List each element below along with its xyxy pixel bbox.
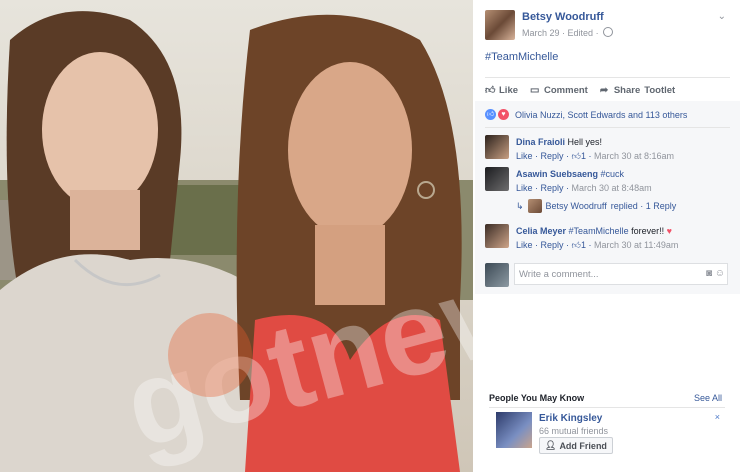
heart-icon: ♥ <box>666 226 672 236</box>
reply-name[interactable]: Betsy Woodruff <box>546 201 607 211</box>
write-comment: Write a comment... ◙ ☺ <box>485 263 735 287</box>
like-count[interactable]: 1 <box>581 151 586 161</box>
post-actions: 👍︎ Like ▭ Comment ➦ Share Tootlet <box>485 77 730 103</box>
commenter-avatar[interactable] <box>485 224 509 248</box>
post-panel: Betsy Woodruff March 29 · Edited · ⌄ #Te… <box>475 0 740 472</box>
share-button[interactable]: ➦ Share <box>600 85 640 96</box>
like-button[interactable]: 👍︎ Like <box>485 85 518 96</box>
comment-button[interactable]: ▭ Comment <box>530 85 588 96</box>
reaction-names[interactable]: Olivia Nuzzi, Scott Edwards and 113 othe… <box>515 110 687 120</box>
comment-time[interactable]: March 30 at 11:49am <box>594 240 678 250</box>
commenter-name[interactable]: Celia Meyer <box>516 226 566 236</box>
commenter-name[interactable]: Asawin Suebsaeng <box>516 169 598 179</box>
chevron-down-icon[interactable]: ⌄ <box>718 11 726 22</box>
pymk-title: People You May Know <box>489 393 585 403</box>
post-meta: March 29 · Edited · <box>522 27 614 38</box>
comment-reply-link[interactable]: Reply <box>541 240 564 250</box>
reply-arrow-icon: ↳ <box>516 200 524 211</box>
share-icon: ➦ <box>599 84 609 96</box>
comment-input-icons: ◙ ☺ <box>706 268 725 279</box>
post-edited[interactable]: · Edited · <box>562 28 599 38</box>
tootlet-button[interactable]: Tootlet <box>644 85 675 96</box>
comment-reply-link[interactable]: Reply <box>541 151 564 161</box>
comment-like-link[interactable]: Like <box>516 240 533 250</box>
user-avatar <box>485 263 509 287</box>
emoji-icon[interactable]: ☺ <box>715 268 725 279</box>
divider <box>485 127 730 128</box>
post-date[interactable]: March 29 <box>522 28 560 38</box>
pymk-avatar[interactable] <box>496 412 532 448</box>
reaction-summary[interactable]: 👍︎ ♥ Olivia Nuzzi, Scott Edwards and 113… <box>485 109 687 120</box>
comment-like-link[interactable]: Like <box>516 151 533 161</box>
close-icon[interactable]: × <box>715 412 720 422</box>
comment-text[interactable]: #cuck <box>601 169 625 179</box>
reply-summary[interactable]: ↳ Betsy Woodruff replied · 1 Reply <box>516 199 726 213</box>
comment-icon: ▭ <box>530 84 540 96</box>
love-reaction-icon: ♥ <box>498 109 509 120</box>
comment-input[interactable]: Write a comment... <box>514 263 728 285</box>
comment-text: forever!! <box>631 226 665 236</box>
post-text[interactable]: #TeamMichelle <box>485 51 558 63</box>
add-friend-icon: 👤︎ <box>545 440 557 450</box>
post-header: Betsy Woodruff March 29 · Edited · ⌄ <box>485 8 730 42</box>
comment-like-link[interactable]: Like <box>516 183 533 193</box>
comment-reply-link[interactable]: Reply <box>541 183 564 193</box>
comment-hashtag[interactable]: #TeamMichelle <box>569 226 629 236</box>
author-avatar[interactable] <box>485 10 515 40</box>
thumbs-up-icon: 👍︎ <box>571 240 581 250</box>
reply-text[interactable]: replied · 1 Reply <box>611 201 677 211</box>
add-friend-button[interactable]: 👤︎ Add Friend <box>539 437 613 454</box>
author-name[interactable]: Betsy Woodruff <box>522 11 604 23</box>
thumbs-up-icon: 👍︎ <box>571 151 581 161</box>
thumbs-up-icon: 👍︎ <box>485 84 496 96</box>
comment-time[interactable]: March 30 at 8:48am <box>572 183 652 193</box>
divider <box>489 407 725 408</box>
see-all-link[interactable]: See All <box>694 393 722 403</box>
comment-time[interactable]: March 30 at 8:16am <box>594 151 674 161</box>
like-count[interactable]: 1 <box>581 240 586 250</box>
commenter-avatar[interactable] <box>485 167 509 191</box>
comment-text: Hell yes! <box>567 137 603 147</box>
photo-image: gotnews <box>0 0 473 472</box>
camera-icon[interactable]: ◙ <box>706 268 712 279</box>
post-photo[interactable]: gotnews <box>0 0 473 472</box>
like-reaction-icon: 👍︎ <box>485 109 496 120</box>
reply-avatar <box>527 199 542 213</box>
pymk-mutual[interactable]: 66 mutual friends <box>539 426 608 436</box>
commenter-avatar[interactable] <box>485 135 509 159</box>
pymk-name[interactable]: Erik Kingsley <box>539 413 602 424</box>
globe-icon <box>603 27 614 37</box>
commenter-name[interactable]: Dina Fraioli <box>516 137 565 147</box>
